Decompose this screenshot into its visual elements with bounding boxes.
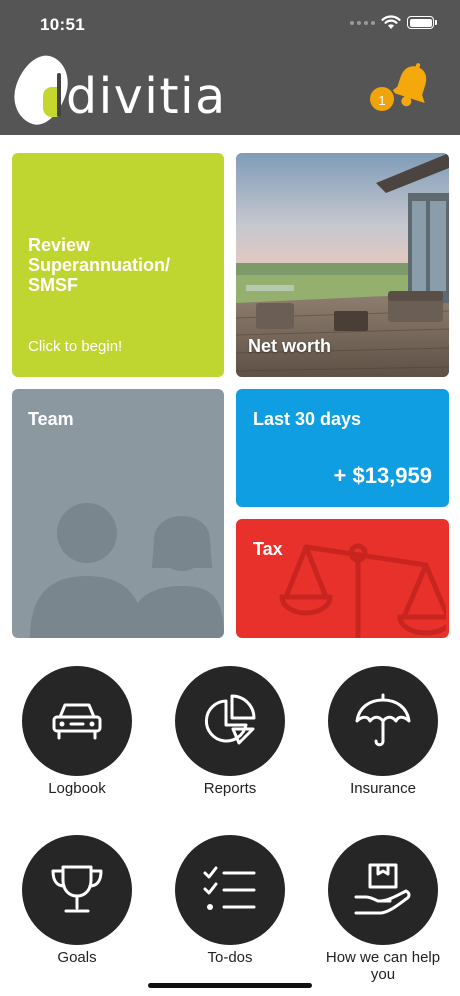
net-worth-tile[interactable]: Net worth — [236, 153, 449, 377]
team-tile[interactable]: Team — [12, 389, 224, 638]
notification-badge: 1 — [368, 85, 396, 113]
net-worth-title: Net worth — [248, 336, 331, 356]
logo-text: divitia — [66, 68, 227, 125]
last-30-days-title: Last 30 days — [253, 409, 362, 429]
help-circle[interactable] — [328, 835, 438, 945]
reports-label: Reports — [203, 780, 257, 797]
pie-chart-icon — [204, 694, 256, 745]
cellular-signal-icon — [350, 20, 375, 25]
review-title: Review Superannuation/ SMSF — [28, 235, 171, 295]
status-time: 10:51 — [40, 15, 85, 34]
how-we-can-help-label: How we can help you — [325, 949, 441, 983]
trophy-icon — [51, 865, 103, 913]
reports-button[interactable]: Reports — [165, 666, 295, 797]
insurance-label: Insurance — [350, 780, 416, 797]
insurance-circle[interactable] — [328, 666, 438, 776]
scales-icon — [279, 543, 446, 638]
goals-circle[interactable] — [22, 835, 132, 945]
logbook-label: Logbook — [48, 780, 106, 797]
people-silhouette-icon — [30, 503, 224, 638]
home-indicator[interactable] — [148, 983, 312, 988]
review-subtitle: Click to begin! — [28, 338, 123, 355]
last-30-days-tile[interactable]: Last 30 days + $13,959 — [236, 389, 449, 507]
status-icons — [350, 15, 437, 30]
checklist-icon — [203, 866, 256, 910]
battery-icon — [407, 16, 437, 29]
todos-button[interactable]: To-dos — [165, 835, 295, 966]
insurance-button[interactable]: Insurance — [318, 666, 448, 797]
reports-circle[interactable] — [175, 666, 285, 776]
goals-button[interactable]: Goals — [12, 835, 142, 966]
bell-icon — [390, 63, 427, 107]
umbrella-icon — [355, 693, 411, 747]
notifications-button[interactable]: 1 — [368, 62, 434, 116]
hand-box-icon — [354, 863, 411, 915]
review-superannuation-tile[interactable]: Review Superannuation/ SMSF Click to beg… — [12, 153, 224, 377]
divitia-logo[interactable]: divitia — [6, 48, 227, 132]
todos-label: To-dos — [207, 949, 253, 966]
tax-title: Tax — [253, 539, 283, 559]
last-30-days-amount: + $13,959 — [333, 463, 432, 488]
logbook-button[interactable]: Logbook — [12, 666, 142, 797]
how-we-can-help-button[interactable]: How we can help you — [318, 835, 448, 983]
todos-circle[interactable] — [175, 835, 285, 945]
goals-label: Goals — [57, 949, 97, 966]
logbook-circle[interactable] — [22, 666, 132, 776]
wifi-icon — [381, 15, 401, 29]
car-icon — [52, 703, 102, 740]
app-header: 10:51 divitia 1 — [0, 0, 460, 135]
team-title: Team — [28, 409, 74, 429]
tax-tile[interactable]: Tax — [236, 519, 449, 638]
